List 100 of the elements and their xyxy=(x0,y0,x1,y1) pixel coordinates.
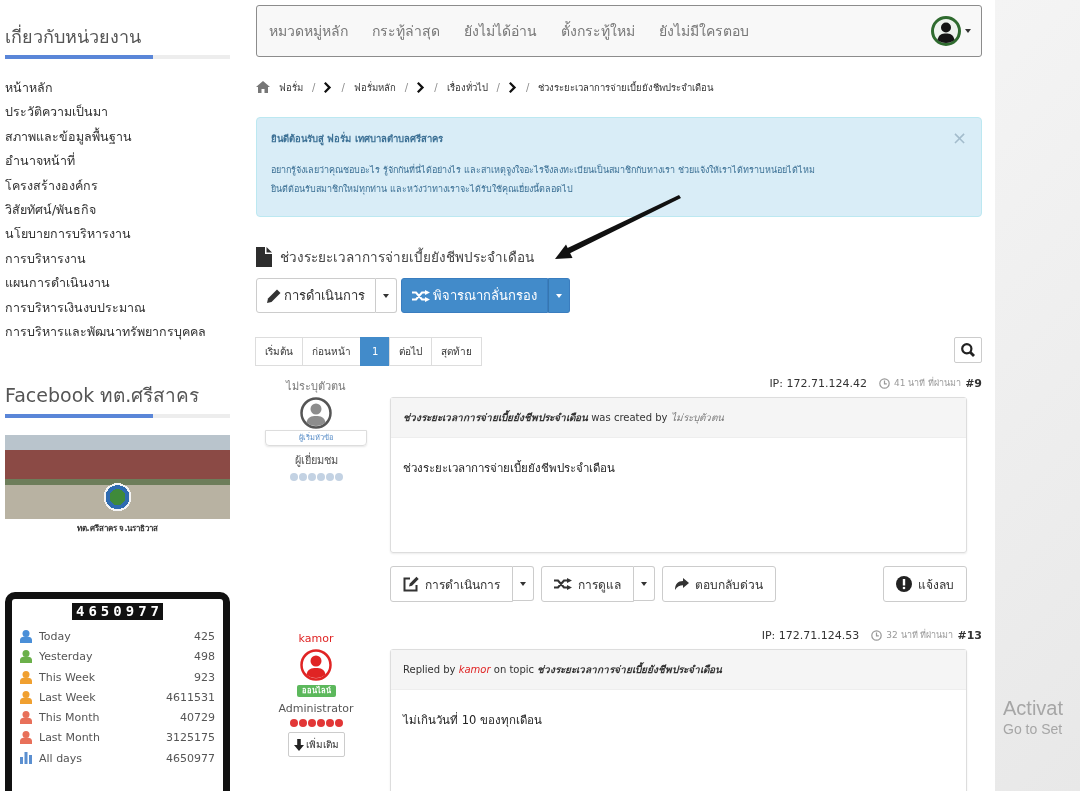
caret-icon xyxy=(965,29,971,33)
share-arrow-icon xyxy=(675,578,689,590)
counter-label: This Week xyxy=(39,670,96,684)
nav-link[interactable]: หมวดหมู่หลัก xyxy=(269,20,348,42)
pagination-button[interactable]: 1 xyxy=(360,337,391,366)
pagination-button[interactable]: ต่อไป xyxy=(389,337,433,366)
dropdown-toggle[interactable] xyxy=(634,566,655,601)
caret-icon xyxy=(383,293,389,298)
counter-label: Last Week xyxy=(39,690,96,704)
sidebar-link[interactable]: การบริหารเงินงบประมาณ xyxy=(5,299,146,315)
breadcrumb-separator: / xyxy=(404,81,409,93)
counter-value: 4611531 xyxy=(166,690,215,704)
pagination-button[interactable]: เริ่มต้น xyxy=(255,337,303,366)
counter-value: 425 xyxy=(194,629,215,643)
clock-icon xyxy=(878,377,890,389)
sidebar-link[interactable]: นโยบายการบริหารงาน xyxy=(5,226,131,242)
counter-digits: 4650977 xyxy=(72,603,163,621)
nav-link[interactable]: กระทู้ล่าสุด xyxy=(372,20,440,42)
post-time: 32 นาที ที่ผ่านมา xyxy=(886,628,954,642)
ip-address: IP: 172.71.124.42 xyxy=(769,376,867,390)
breadcrumb-link[interactable]: ฟอรั่มหลัก xyxy=(353,79,396,95)
chevron-right-icon xyxy=(417,81,426,93)
counter-value: 3125175 xyxy=(166,731,215,745)
breadcrumb-link[interactable]: เรื่องทั่วไป xyxy=(446,79,488,95)
post-message: ช่วงระยะเวลาการจ่ายเบี้ยยังชีพประจำเดือน xyxy=(403,461,615,475)
counter-value: 923 xyxy=(194,670,215,684)
actions-button[interactable]: การดำเนินการ xyxy=(256,278,376,313)
shuffle-icon xyxy=(554,578,572,590)
sidebar-link[interactable]: โครงสร้างองค์กร xyxy=(5,177,98,193)
breadcrumb-separator: / xyxy=(312,81,316,93)
counter-value: 498 xyxy=(194,650,215,664)
chevron-right-icon xyxy=(508,81,517,93)
breadcrumb-separator: / xyxy=(525,81,530,93)
os-activation-title: Activat xyxy=(1003,696,1064,720)
dropdown-toggle[interactable] xyxy=(376,278,397,313)
breadcrumb-current: ช่วงระยะเวลาการจ่ายเบี้ยยังชีพประจำเดือน xyxy=(538,80,714,95)
user-menu-button[interactable] xyxy=(931,16,971,46)
sidebar-link[interactable]: แผนการดำเนินงาน xyxy=(5,275,110,291)
file-icon xyxy=(256,247,272,267)
sidebar-link[interactable]: ประวัติความเป็นมา xyxy=(5,104,108,120)
sidebar-heading: เกี่ยวกับหน่วยงาน xyxy=(5,25,141,49)
search-button[interactable] xyxy=(954,337,982,363)
caret-icon xyxy=(520,581,526,586)
chevron-right-icon xyxy=(324,81,333,93)
sidebar-link[interactable]: การบริหารงาน xyxy=(5,250,86,266)
nav-link[interactable]: ยังไม่มีใครตอบ xyxy=(659,20,749,42)
pagination-button[interactable]: ก่อนหน้า xyxy=(302,337,361,366)
topic-title: ช่วงระยะเวลาการจ่ายเบี้ยยังชีพประจำเดือน xyxy=(280,246,534,267)
counter-value: 40729 xyxy=(180,711,215,725)
caret-icon xyxy=(641,581,647,586)
breadcrumb-separator: / xyxy=(341,81,345,93)
counter-label: All days xyxy=(39,751,83,765)
alert-text: อยากรู้จังเลยว่าคุณชอบอะไร รู้จักกันที่นี่ได้อย่างไร และสาเหตุจูงใจอะไรจึงลงทะเบียนเป็นสมาชิกกับทางเรา ช่วยแจ้งให้เราได้ทราบหน่อยได้ไหม xyxy=(271,163,815,178)
edit-icon xyxy=(403,576,419,592)
exclamation-icon xyxy=(896,576,912,592)
home-icon[interactable] xyxy=(256,81,270,93)
post-header-text: ช่วงระยะเวลาการจ่ายเบี้ยยังชีพประจำเดือน was created by ไม่ระบุตัวตน xyxy=(403,410,724,425)
pencil-icon xyxy=(267,288,281,303)
sidebar-link[interactable]: การบริหารและพัฒนาทรัพยากรบุคคล xyxy=(5,323,206,339)
moderate-button[interactable]: พิจารณากลั่นกรอง xyxy=(401,278,548,313)
actions-button[interactable]: การดำเนินการ xyxy=(390,566,513,602)
dropdown-toggle[interactable] xyxy=(513,566,534,601)
post-header-text: Replied by kamor on topic ช่วงระยะเวลาการจ่ายเบี้ยยังชีพประจำเดือน xyxy=(403,662,723,677)
report-button[interactable]: แจ้งลบ xyxy=(883,566,967,602)
counter-label: Last Month xyxy=(39,731,100,745)
photo-caption: ทต.ศรีสาคร จ.นราธิวาส xyxy=(76,524,159,535)
more-button[interactable]: เพิ่มเติม xyxy=(287,732,345,757)
moderate-button[interactable]: การดูแล xyxy=(541,566,634,602)
pagination-button[interactable]: สุดท้าย xyxy=(431,337,483,366)
post-number-link[interactable]: #13 xyxy=(957,628,982,642)
nav-link[interactable]: ตั้งกระทู้ใหม่ xyxy=(561,20,635,42)
clock-icon xyxy=(871,629,883,641)
counter-value: 4650977 xyxy=(166,751,215,765)
sidebar-link[interactable]: วิสัยทัศน์/พันธกิจ xyxy=(5,201,97,217)
breadcrumb-link[interactable]: ฟอรั่ม xyxy=(279,79,303,95)
caret-icon xyxy=(556,293,562,298)
avatar-icon xyxy=(300,649,332,681)
quick-reply-button[interactable]: ตอบกลับด่วน xyxy=(662,566,776,602)
user-role: ผู้เยี่ยมชม xyxy=(294,451,338,469)
breadcrumb-separator: / xyxy=(496,81,500,93)
sidebar-heading: Facebook ทต.ศรีสาคร xyxy=(5,383,200,409)
post-number-link[interactable]: #9 xyxy=(965,376,982,390)
username-link[interactable]: ไม่ระบุตัวตน xyxy=(286,380,346,394)
os-activation-subtitle: Go to Set xyxy=(1003,720,1063,738)
nav-link[interactable]: ยังไม่ได้อ่าน xyxy=(464,20,537,42)
alert-text: ยินดีต้อนรับสมาชิกใหม่ทุกท่าน และหวังว่าทางเราจะได้รับใช้คุณเยี่ยงนี้ตลอดไป xyxy=(271,182,573,197)
avatar-icon xyxy=(931,16,961,46)
dropdown-toggle[interactable] xyxy=(548,278,570,313)
shuffle-icon xyxy=(412,289,430,302)
avatar-icon xyxy=(300,397,332,429)
user-role: Administrator xyxy=(278,702,354,715)
sidebar-link[interactable]: หน้าหลัก xyxy=(5,80,53,95)
username-link[interactable]: kamor xyxy=(298,632,334,646)
search-icon xyxy=(961,343,975,357)
sidebar-link[interactable]: อำนาจหน้าที่ xyxy=(5,153,75,169)
photo-placeholder[interactable] xyxy=(5,435,230,520)
down-arrow-icon xyxy=(293,738,304,751)
post-message: ไม่เกินวันที่ 10 ของทุกเดือน xyxy=(403,713,542,727)
post-time: 41 นาที ที่ผ่านมา xyxy=(893,376,962,390)
sidebar-link[interactable]: สภาพและข้อมูลพื้นฐาน xyxy=(5,128,132,144)
